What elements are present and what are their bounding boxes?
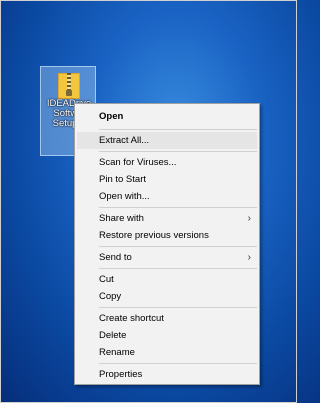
menu-item-scan-for-viruses[interactable]: Scan for Viruses...: [77, 154, 257, 171]
menu-separator: [99, 268, 257, 269]
context-menu: Open Extract All... Scan for Viruses... …: [74, 103, 260, 385]
zip-folder-icon: [58, 73, 80, 99]
menu-item-share-with[interactable]: Share with ›: [77, 210, 257, 227]
menu-item-properties[interactable]: Properties: [77, 366, 257, 383]
chevron-right-icon: ›: [247, 213, 251, 224]
menu-item-rename[interactable]: Rename: [77, 344, 257, 361]
menu-separator: [99, 151, 257, 152]
menu-item-restore-previous-versions[interactable]: Restore previous versions: [77, 227, 257, 244]
menu-item-pin-to-start[interactable]: Pin to Start: [77, 171, 257, 188]
chevron-right-icon: ›: [247, 252, 251, 263]
menu-item-cut[interactable]: Cut: [77, 271, 257, 288]
menu-item-delete[interactable]: Delete: [77, 327, 257, 344]
menu-separator: [99, 207, 257, 208]
menu-item-create-shortcut[interactable]: Create shortcut: [77, 310, 257, 327]
menu-item-copy[interactable]: Copy: [77, 288, 257, 305]
menu-separator: [99, 246, 257, 247]
menu-separator: [99, 307, 257, 308]
menu-item-open[interactable]: Open: [77, 108, 257, 125]
menu-item-extract-all[interactable]: Extract All...: [77, 132, 257, 149]
menu-separator: [99, 363, 257, 364]
menu-item-open-with[interactable]: Open with...: [77, 188, 257, 205]
menu-item-send-to[interactable]: Send to ›: [77, 249, 257, 266]
menu-separator: [99, 129, 257, 130]
